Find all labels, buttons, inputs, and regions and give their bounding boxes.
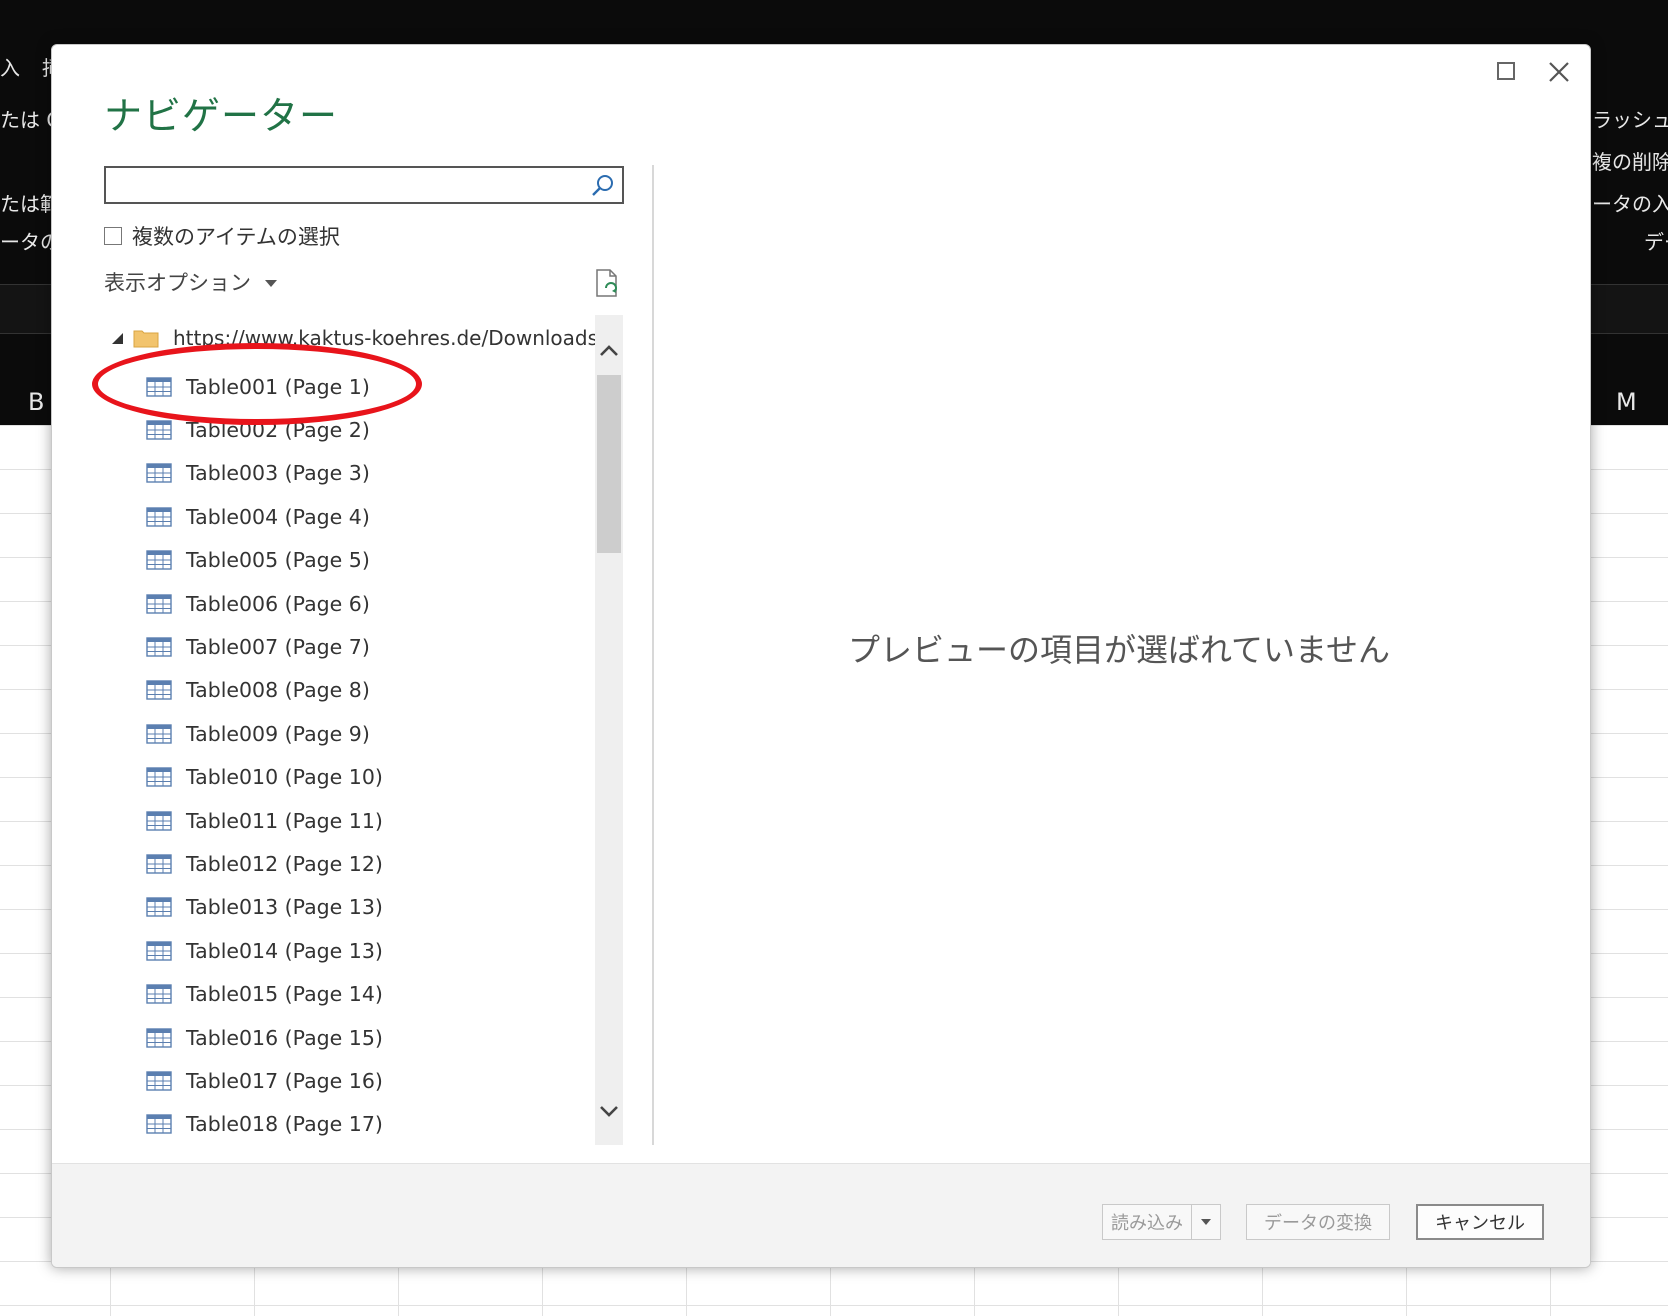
tree-item-label: Table016 (Page 15) [186, 1025, 383, 1050]
ribbon-fragment: 複の削除 [1592, 150, 1668, 174]
collapse-triangle-icon[interactable] [112, 332, 123, 344]
table-icon [146, 1114, 172, 1135]
table-icon [146, 767, 172, 787]
tree-item[interactable]: Table008 (Page 8) [146, 669, 383, 712]
tree-item-label: Table001 (Page 1) [186, 374, 370, 399]
tree-item-label: Table013 (Page 13) [186, 895, 383, 920]
ribbon-fragment: ータの入力 [1592, 192, 1668, 216]
load-button[interactable]: 読み込み [1102, 1204, 1192, 1240]
table-icon [146, 463, 172, 484]
tree-item-label: Table002 (Page 2) [186, 418, 370, 443]
chevron-down-icon[interactable] [595, 1097, 623, 1125]
tree-root-label: https://www.kaktus-koehres.de/Downloads.… [173, 326, 618, 350]
table-icon [146, 724, 172, 744]
preview-empty-message: プレビューの項目が選ばれていません [847, 631, 1391, 669]
close-icon [1549, 62, 1569, 82]
column-header: M [1616, 388, 1637, 416]
tree-item[interactable]: Table013 (Page 13) [146, 886, 383, 929]
table-icon [146, 1027, 172, 1048]
dialog-footer: 読み込み データの変換 キャンセル [52, 1163, 1590, 1267]
tree-items: Table001 (Page 1) Table002 (Page 2) Table0… [146, 365, 383, 1145]
ribbon-fragment: デー [1644, 230, 1668, 254]
table-icon [146, 376, 172, 397]
table-icon [146, 810, 172, 831]
display-options-label: 表示オプション [104, 271, 251, 295]
table-icon [146, 854, 172, 874]
tree-item-label: Table006 (Page 6) [186, 591, 370, 616]
table-icon [146, 984, 172, 1004]
table-icon [146, 941, 172, 961]
tree-item[interactable]: Table002 (Page 2) [146, 408, 383, 451]
tree-item[interactable]: Table014 (Page 13) [146, 929, 383, 972]
chevron-up-icon[interactable] [595, 337, 623, 365]
tree-item[interactable]: Table003 (Page 3) [146, 452, 383, 495]
search-input[interactable] [104, 166, 624, 204]
close-button[interactable] [1542, 55, 1576, 89]
tree-root-node[interactable]: https://www.kaktus-koehres.de/Downloads.… [112, 323, 617, 353]
transform-data-button[interactable]: データの変換 [1246, 1204, 1390, 1240]
tree-item[interactable]: Table005 (Page 5) [146, 539, 383, 582]
scrollbar-thumb[interactable] [597, 375, 621, 553]
tree-item[interactable]: Table007 (Page 7) [146, 625, 383, 668]
dialog-title: ナビゲーター [104, 94, 339, 138]
tree-item[interactable]: Table009 (Page 9) [146, 712, 383, 755]
tree-item[interactable]: Table001 (Page 1) [146, 365, 383, 408]
ribbon-fragment: ラッシュ フ [1592, 108, 1668, 132]
search-icon[interactable] [590, 173, 616, 199]
table-icon [146, 593, 172, 614]
table-icon [146, 1071, 172, 1091]
load-dropdown-button[interactable] [1191, 1204, 1221, 1240]
tree-item-label: Table004 (Page 4) [186, 504, 370, 529]
tree-scrollbar[interactable] [595, 315, 623, 1145]
tree-item-label: Table008 (Page 8) [186, 678, 370, 703]
multi-select-checkbox[interactable] [104, 227, 122, 245]
tree-item[interactable]: Table011 (Page 11) [146, 799, 383, 842]
column-header: B [28, 388, 45, 416]
excel-ribbon-icons [0, 0, 1668, 26]
caret-down-icon [1201, 1219, 1211, 1225]
tree-item-label: Table012 (Page 12) [186, 851, 383, 876]
tree-item-label: Table003 (Page 3) [186, 461, 370, 486]
tree-item[interactable]: Table018 (Page 17) [146, 1103, 383, 1145]
navigator-dialog: ナビゲーター 複数のアイテムの選択 表示オプション https://www.ka… [51, 44, 1591, 1268]
tree-item[interactable]: Table015 (Page 14) [146, 972, 383, 1015]
tree-item[interactable]: Table016 (Page 15) [146, 1016, 383, 1059]
tree-item[interactable]: Table004 (Page 4) [146, 495, 383, 538]
tree-item[interactable]: Table006 (Page 6) [146, 582, 383, 625]
refresh-icon[interactable] [594, 268, 622, 298]
multi-select-row[interactable]: 複数のアイテムの選択 [104, 221, 340, 251]
maximize-icon [1497, 62, 1515, 80]
tree-item-label: Table017 (Page 16) [186, 1068, 383, 1093]
tree-item-label: Table009 (Page 9) [186, 721, 370, 746]
navigator-tree: https://www.kaktus-koehres.de/Downloads.… [104, 315, 649, 1145]
tree-item[interactable]: Table010 (Page 10) [146, 756, 383, 799]
cancel-button[interactable]: キャンセル [1416, 1204, 1544, 1240]
table-icon [146, 550, 172, 570]
tree-item-label: Table005 (Page 5) [186, 548, 370, 573]
tree-item-label: Table018 (Page 17) [186, 1112, 383, 1137]
tree-item-label: Table011 (Page 11) [186, 808, 383, 833]
tree-item-label: Table010 (Page 10) [186, 765, 383, 790]
table-icon [146, 507, 172, 527]
display-options-dropdown[interactable]: 表示オプション [104, 267, 277, 297]
tree-item-label: Table007 (Page 7) [186, 635, 370, 660]
tree-item[interactable]: Table012 (Page 12) [146, 842, 383, 885]
multi-select-label: 複数のアイテムの選択 [132, 225, 340, 249]
table-icon [146, 680, 172, 701]
ribbon-fragment: 入 [0, 56, 20, 80]
table-icon [146, 897, 172, 918]
tree-item-label: Table014 (Page 13) [186, 938, 383, 963]
tree-item[interactable]: Table017 (Page 16) [146, 1059, 383, 1102]
caret-down-icon [265, 279, 277, 287]
folder-icon [133, 330, 159, 348]
maximize-button[interactable] [1492, 57, 1520, 85]
tree-item-label: Table015 (Page 14) [186, 982, 383, 1007]
table-icon [146, 420, 172, 440]
table-icon [146, 637, 172, 657]
